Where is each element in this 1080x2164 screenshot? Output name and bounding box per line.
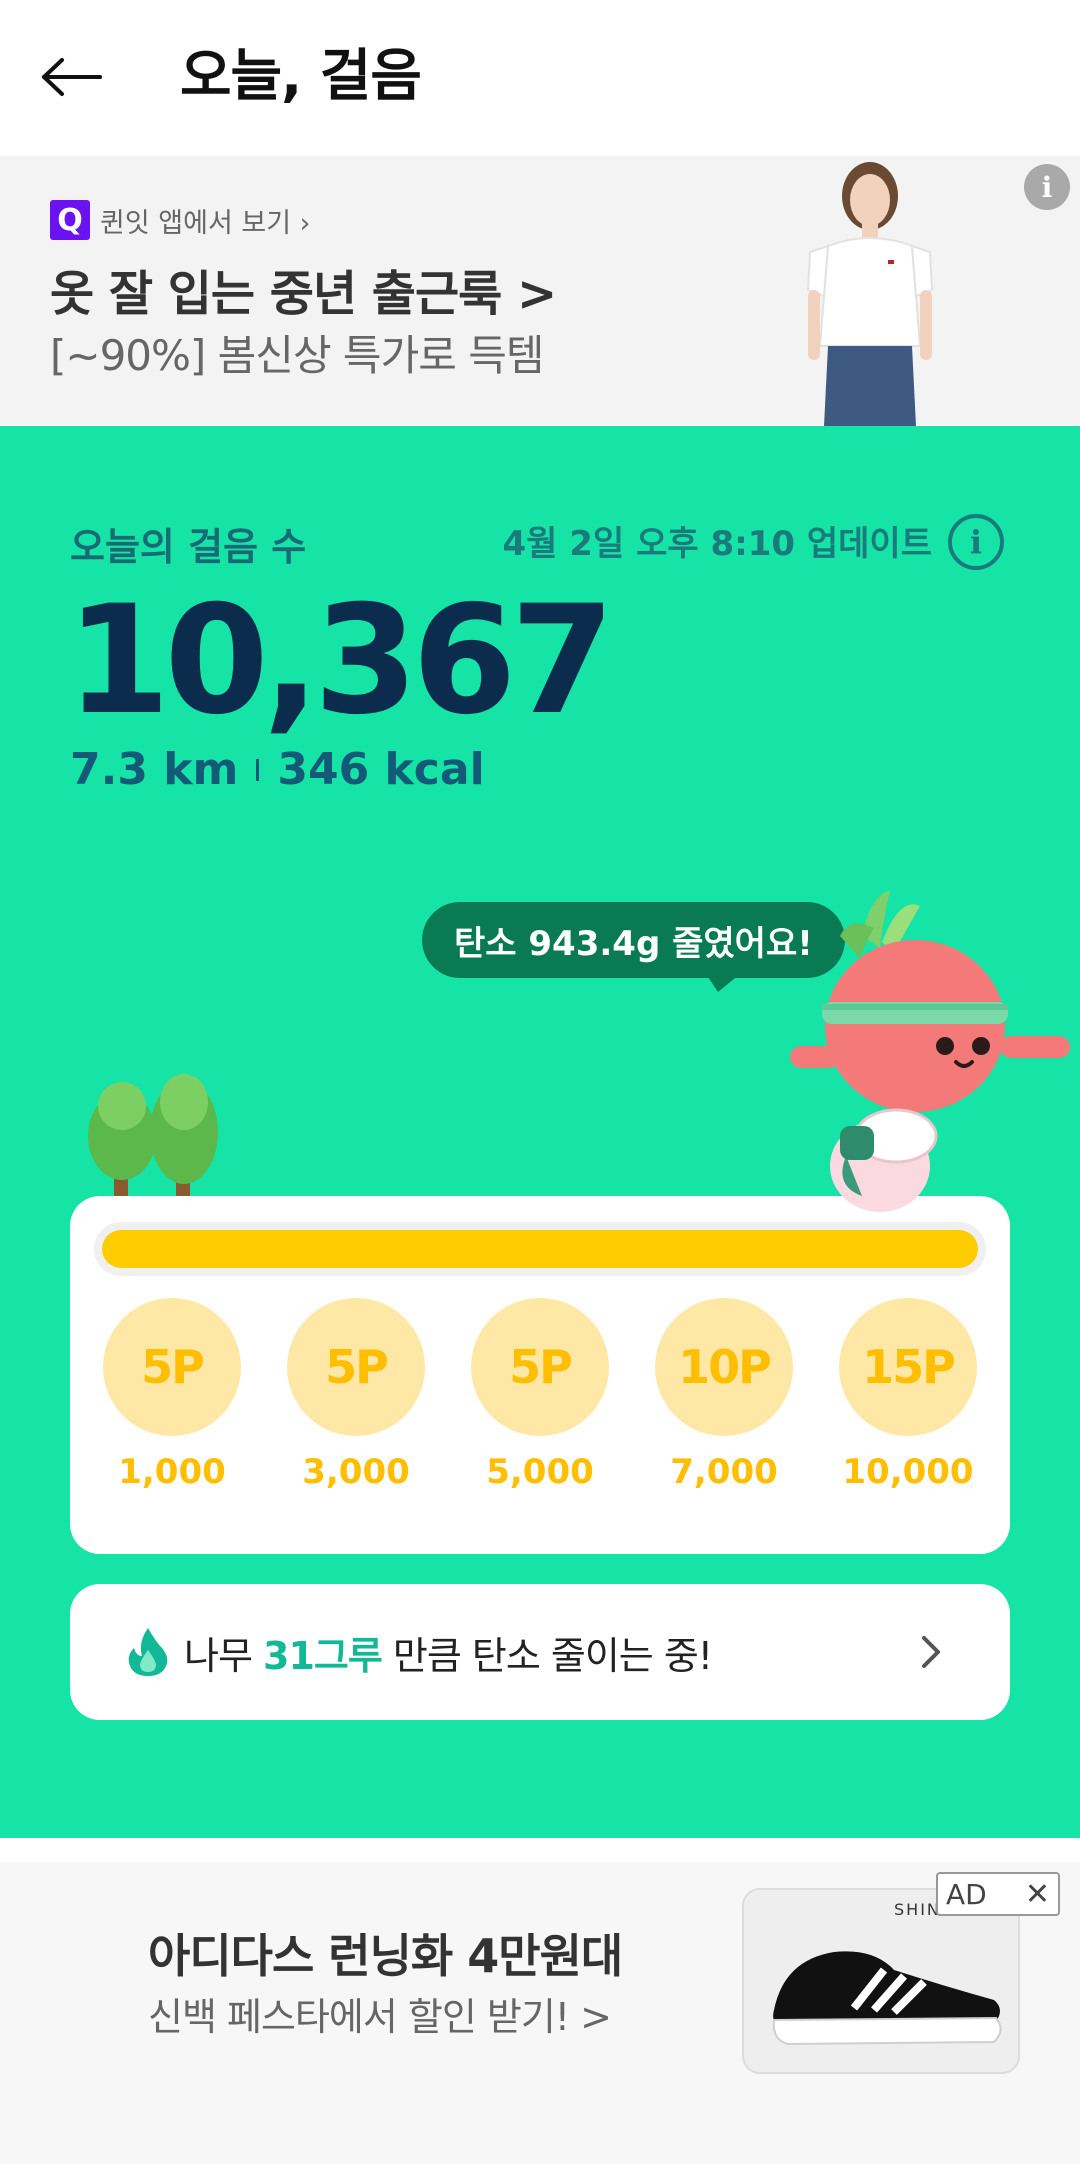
ad-subtext: [~90%] 봄신상 특가로 득템 bbox=[50, 331, 544, 380]
back-button[interactable] bbox=[40, 40, 130, 114]
milestone-item[interactable]: 15P 10,000 bbox=[833, 1298, 983, 1492]
close-icon[interactable]: ✕ bbox=[1025, 1877, 1050, 1912]
speech-bubble-tail bbox=[706, 974, 740, 992]
ad-headline-bottom[interactable]: 아디다스 런닝화 4만원대 bbox=[148, 1920, 623, 1986]
arrow-left-icon bbox=[42, 58, 102, 96]
milestone-steps: 7,000 bbox=[670, 1452, 778, 1492]
calories-value: 346 kcal bbox=[277, 744, 485, 795]
steps-label: 오늘의 걸음 수 bbox=[70, 525, 307, 569]
ad-label: AD bbox=[946, 1877, 987, 1911]
tree-summary-card[interactable]: 나무 31그루 만큼 탄소 줄이는 중! bbox=[70, 1584, 1010, 1720]
milestone-steps: 5,000 bbox=[486, 1452, 594, 1492]
milestone-steps: 10,000 bbox=[842, 1452, 974, 1492]
milestone-points: 10P bbox=[655, 1298, 793, 1436]
app-header: 오늘, 걸음 bbox=[0, 0, 1080, 156]
tree-summary-suffix: 만큼 탄소 줄이는 중! bbox=[381, 1633, 713, 1678]
milestone-steps: 3,000 bbox=[302, 1452, 410, 1492]
milestone-points: 5P bbox=[103, 1298, 241, 1436]
tree-summary-text: 나무 31그루 만큼 탄소 줄이는 중! bbox=[184, 1625, 713, 1680]
milestone-item[interactable]: 5P 3,000 bbox=[281, 1298, 431, 1492]
tree-summary-prefix: 나무 bbox=[184, 1633, 263, 1678]
ad-info-icon[interactable]: i bbox=[1024, 164, 1070, 210]
steps-panel: 오늘의 걸음 수 4월 2일 오후 8:10 업데이트 i 10,367 7.3… bbox=[0, 426, 1080, 1838]
app-link-row[interactable]: Q 퀸잇 앱에서 보기 › bbox=[50, 200, 310, 240]
ad-headline[interactable]: 옷 잘 입는 중년 출근룩 > bbox=[50, 254, 557, 324]
top-ad-banner[interactable]: Q 퀸잇 앱에서 보기 › 옷 잘 입는 중년 출근룩 > [~90%] 봄신상… bbox=[0, 156, 1080, 426]
ad-tag[interactable]: AD ✕ bbox=[936, 1872, 1060, 1916]
bottom-ad-banner[interactable]: 아디다스 런닝화 4만원대 신백 페스타에서 할인 받기! > SHINSEGA… bbox=[0, 1862, 1080, 2164]
milestone-item[interactable]: 10P 7,000 bbox=[649, 1298, 799, 1492]
stats-row: 7.3 km 346 kcal bbox=[70, 744, 485, 795]
milestone-item[interactable]: 5P 5,000 bbox=[465, 1298, 615, 1492]
milestones: 5P 1,000 5P 3,000 5P 5,000 10P 7,000 15P 10,000 bbox=[70, 1298, 1010, 1492]
page-title: 오늘, 걸음 bbox=[180, 44, 422, 109]
milestone-steps: 1,000 bbox=[118, 1452, 226, 1492]
tree-count: 31그루 bbox=[263, 1633, 383, 1678]
mascot-character bbox=[790, 890, 1070, 1212]
milestone-points: 15P bbox=[839, 1298, 977, 1436]
fire-icon bbox=[128, 1628, 168, 1676]
ad-model-image bbox=[806, 162, 934, 426]
milestone-item[interactable]: 5P 1,000 bbox=[97, 1298, 247, 1492]
milestone-points: 5P bbox=[287, 1298, 425, 1436]
update-timestamp: 4월 2일 오후 8:10 업데이트 bbox=[502, 524, 932, 564]
ad-subtext-bottom: 신백 페스타에서 할인 받기! > bbox=[148, 1995, 612, 2039]
info-icon[interactable]: i bbox=[948, 514, 1004, 570]
stats-divider bbox=[256, 758, 260, 781]
app-logo-badge: Q bbox=[50, 200, 90, 240]
steps-count: 10,367 bbox=[66, 574, 615, 748]
app-link-text: 퀸잇 앱에서 보기 › bbox=[100, 207, 311, 239]
chevron-right-icon bbox=[922, 1636, 940, 1668]
milestone-points: 5P bbox=[471, 1298, 609, 1436]
distance-value: 7.3 km bbox=[70, 744, 239, 795]
